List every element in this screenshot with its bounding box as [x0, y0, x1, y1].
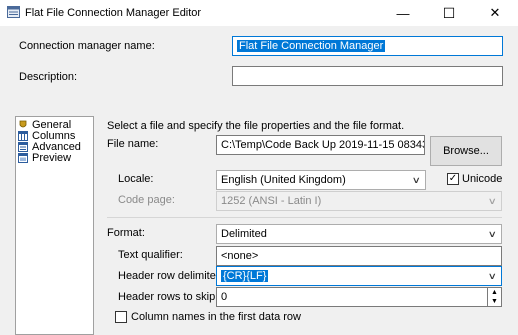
general-icon: [19, 120, 27, 128]
code-page-label: Code page:: [118, 194, 175, 206]
columns-icon: [18, 131, 28, 141]
chevron-down-icon: ∨: [488, 196, 498, 206]
description-label: Description:: [19, 71, 78, 83]
close-button[interactable]: ✕: [472, 0, 518, 26]
app-icon: [7, 6, 20, 18]
unicode-checkbox[interactable]: ✓: [447, 173, 459, 185]
connection-manager-name-value: Flat File Connection Manager: [237, 40, 386, 52]
description-input[interactable]: [232, 66, 503, 86]
header-rows-to-skip-label: Header rows to skip:: [118, 291, 219, 303]
unicode-label: Unicode: [462, 173, 503, 185]
checkmark-icon: ✓: [448, 173, 458, 184]
header-row-delimiter-value: {CR}{LF}: [221, 270, 269, 282]
section-divider: [107, 217, 502, 218]
format-select[interactable]: Delimited ∨: [216, 224, 502, 244]
connection-manager-name-input[interactable]: Flat File Connection Manager: [232, 36, 503, 56]
column-names-checkbox[interactable]: [115, 311, 127, 323]
chevron-down-icon: ∨: [488, 271, 498, 281]
spin-up-icon[interactable]: ▲: [488, 288, 501, 297]
locale-value: English (United Kingdom): [221, 174, 346, 186]
locale-select[interactable]: English (United Kingdom) ∨: [216, 170, 426, 190]
chevron-down-icon: ∨: [488, 229, 498, 239]
code-page-select: 1252 (ANSI - Latin I) ∨: [216, 191, 502, 211]
column-names-label: Column names in the first data row: [131, 311, 301, 323]
header-row-delimiter-select[interactable]: {CR}{LF} ∨: [216, 266, 502, 286]
code-page-value: 1252 (ANSI - Latin I): [221, 195, 322, 207]
advanced-icon: [18, 142, 28, 152]
file-name-label: File name:: [107, 138, 159, 150]
chevron-down-icon: ∨: [412, 175, 422, 185]
text-qualifier-label: Text qualifier:: [118, 249, 183, 261]
locale-label: Locale:: [118, 173, 154, 185]
connection-manager-name-label: Connection manager name:: [19, 40, 155, 52]
page-nav-list: General Columns Advanced Preview: [15, 116, 94, 335]
preview-icon: [18, 153, 28, 163]
header-row-delimiter-label: Header row delimiter:: [118, 270, 223, 282]
header-rows-spinner[interactable]: ▲ ▼: [488, 287, 502, 307]
format-value: Delimited: [221, 228, 267, 240]
maximize-button[interactable]: ☐: [426, 0, 472, 26]
general-intro-text: Select a file and specify the file prope…: [107, 120, 405, 132]
text-qualifier-input[interactable]: <none>: [216, 246, 502, 266]
minimize-button[interactable]: —: [380, 0, 426, 26]
header-rows-to-skip-input[interactable]: 0: [216, 287, 488, 307]
browse-button[interactable]: Browse...: [430, 136, 502, 166]
window-title: Flat File Connection Manager Editor: [25, 7, 202, 19]
spin-down-icon[interactable]: ▼: [488, 297, 501, 306]
nav-item-preview[interactable]: Preview: [18, 152, 71, 164]
file-name-input[interactable]: C:\Temp\Code Back Up 2019-11-15 083437.t…: [216, 135, 425, 155]
format-label: Format:: [107, 227, 145, 239]
